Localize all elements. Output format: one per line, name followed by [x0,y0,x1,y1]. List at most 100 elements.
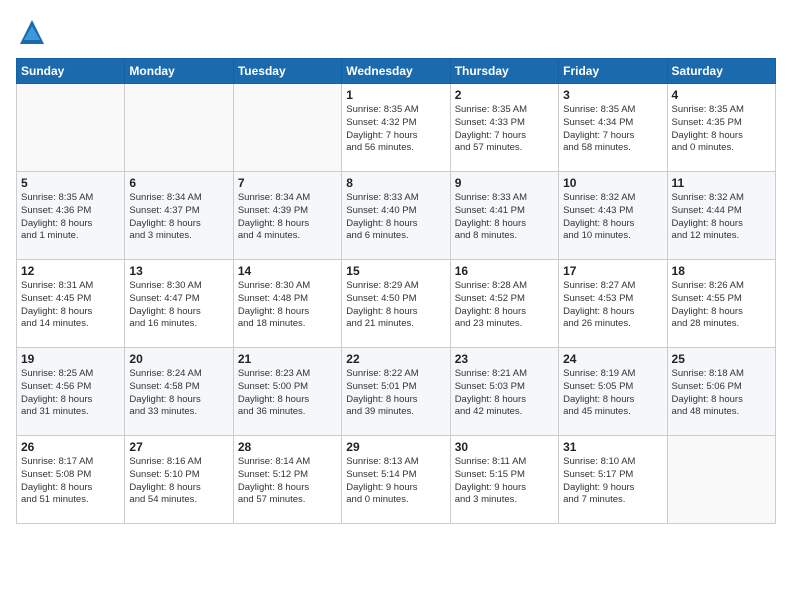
calendar-cell: 6 Sunrise: 8:34 AM Sunset: 4:37 PM Daylig… [125,172,233,260]
weekday-header-tuesday: Tuesday [233,59,341,84]
calendar-cell: 11Sunrise: 8:32 AM Sunset: 4:44 PM Dayli… [667,172,775,260]
day-number: 8 [346,176,445,190]
calendar-cell: 17 Sunrise: 8:27 AM Sunset: 4:53 PM Dayli… [559,260,667,348]
calendar-cell: 23 Sunrise: 8:21 AM Sunset: 5:03 PM Dayli… [450,348,558,436]
calendar-cell: 29 Sunrise: 8:13 AM Sunset: 5:14 PM Dayli… [342,436,450,524]
day-info: Sunrise: 8:35 AM Sunset: 4:33 PM Dayligh… [455,104,554,155]
day-number: 14 [238,264,337,278]
calendar-week-3: 12 Sunrise: 8:31 AM Sunset: 4:45 PM Dayli… [17,260,776,348]
day-number: 5 [21,176,120,190]
calendar-week-4: 19 Sunrise: 8:25 AM Sunset: 4:56 PM Dayli… [17,348,776,436]
day-info: Sunrise: 8:28 AM Sunset: 4:52 PM Dayligh… [455,280,554,331]
day-number: 29 [346,440,445,454]
day-number: 18 [672,264,771,278]
day-info: Sunrise: 8:11 AM Sunset: 5:15 PM Dayligh… [455,456,554,507]
day-number: 25 [672,352,771,366]
header [16,16,776,48]
day-info: Sunrise: 8:34 AM Sunset: 4:39 PM Dayligh… [238,192,337,243]
calendar-week-5: 26 Sunrise: 8:17 AM Sunset: 5:08 PM Dayli… [17,436,776,524]
day-number: 17 [563,264,662,278]
day-info: Sunrise: 8:17 AM Sunset: 5:08 PM Dayligh… [21,456,120,507]
page: SundayMondayTuesdayWednesdayThursdayFrid… [0,0,792,612]
day-number: 15 [346,264,445,278]
day-info: Sunrise: 8:10 AM Sunset: 5:17 PM Dayligh… [563,456,662,507]
day-number: 1 [346,88,445,102]
day-info: Sunrise: 8:14 AM Sunset: 5:12 PM Dayligh… [238,456,337,507]
calendar-cell [667,436,775,524]
day-info: Sunrise: 8:30 AM Sunset: 4:47 PM Dayligh… [129,280,228,331]
calendar-header-row: SundayMondayTuesdayWednesdayThursdayFrid… [17,59,776,84]
day-number: 26 [21,440,120,454]
day-info: Sunrise: 8:21 AM Sunset: 5:03 PM Dayligh… [455,368,554,419]
day-info: Sunrise: 8:25 AM Sunset: 4:56 PM Dayligh… [21,368,120,419]
calendar-cell: 5Sunrise: 8:35 AM Sunset: 4:36 PM Daylig… [17,172,125,260]
day-info: Sunrise: 8:26 AM Sunset: 4:55 PM Dayligh… [672,280,771,331]
day-info: Sunrise: 8:35 AM Sunset: 4:32 PM Dayligh… [346,104,445,155]
calendar-table: SundayMondayTuesdayWednesdayThursdayFrid… [16,58,776,524]
calendar-cell: 18 Sunrise: 8:26 AM Sunset: 4:55 PM Dayli… [667,260,775,348]
day-number: 23 [455,352,554,366]
day-info: Sunrise: 8:23 AM Sunset: 5:00 PM Dayligh… [238,368,337,419]
calendar-cell: 8 Sunrise: 8:33 AM Sunset: 4:40 PM Daylig… [342,172,450,260]
day-number: 10 [563,176,662,190]
calendar-cell [125,84,233,172]
weekday-header-thursday: Thursday [450,59,558,84]
day-info: Sunrise: 8:19 AM Sunset: 5:05 PM Dayligh… [563,368,662,419]
day-number: 4 [672,88,771,102]
day-info: Sunrise: 8:27 AM Sunset: 4:53 PM Dayligh… [563,280,662,331]
calendar-cell: 15Sunrise: 8:29 AM Sunset: 4:50 PM Dayli… [342,260,450,348]
day-number: 7 [238,176,337,190]
day-info: Sunrise: 8:32 AM Sunset: 4:43 PM Dayligh… [563,192,662,243]
day-number: 21 [238,352,337,366]
day-number: 2 [455,88,554,102]
calendar-cell: 27Sunrise: 8:16 AM Sunset: 5:10 PM Dayli… [125,436,233,524]
day-info: Sunrise: 8:31 AM Sunset: 4:45 PM Dayligh… [21,280,120,331]
calendar-week-1: 1 Sunrise: 8:35 AM Sunset: 4:32 PM Daylig… [17,84,776,172]
calendar-cell: 16 Sunrise: 8:28 AM Sunset: 4:52 PM Dayli… [450,260,558,348]
calendar-cell: 24 Sunrise: 8:19 AM Sunset: 5:05 PM Dayli… [559,348,667,436]
weekday-header-saturday: Saturday [667,59,775,84]
calendar-cell: 3 Sunrise: 8:35 AM Sunset: 4:34 PM Daylig… [559,84,667,172]
calendar-cell: 14 Sunrise: 8:30 AM Sunset: 4:48 PM Dayli… [233,260,341,348]
calendar-cell: 10 Sunrise: 8:32 AM Sunset: 4:43 PM Dayli… [559,172,667,260]
day-number: 22 [346,352,445,366]
day-info: Sunrise: 8:13 AM Sunset: 5:14 PM Dayligh… [346,456,445,507]
calendar-cell: 28 Sunrise: 8:14 AM Sunset: 5:12 PM Dayli… [233,436,341,524]
day-number: 13 [129,264,228,278]
calendar-cell [233,84,341,172]
calendar-week-2: 5Sunrise: 8:35 AM Sunset: 4:36 PM Daylig… [17,172,776,260]
day-number: 6 [129,176,228,190]
day-info: Sunrise: 8:30 AM Sunset: 4:48 PM Dayligh… [238,280,337,331]
weekday-header-friday: Friday [559,59,667,84]
calendar-cell: 19 Sunrise: 8:25 AM Sunset: 4:56 PM Dayli… [17,348,125,436]
day-info: Sunrise: 8:35 AM Sunset: 4:35 PM Dayligh… [672,104,771,155]
day-number: 19 [21,352,120,366]
calendar-cell: 30 Sunrise: 8:11 AM Sunset: 5:15 PM Dayli… [450,436,558,524]
logo [16,16,54,48]
day-number: 16 [455,264,554,278]
calendar-cell: 25Sunrise: 8:18 AM Sunset: 5:06 PM Dayli… [667,348,775,436]
day-info: Sunrise: 8:16 AM Sunset: 5:10 PM Dayligh… [129,456,228,507]
weekday-header-wednesday: Wednesday [342,59,450,84]
calendar-cell: 26 Sunrise: 8:17 AM Sunset: 5:08 PM Dayli… [17,436,125,524]
day-info: Sunrise: 8:33 AM Sunset: 4:40 PM Dayligh… [346,192,445,243]
day-number: 30 [455,440,554,454]
calendar-cell: 7 Sunrise: 8:34 AM Sunset: 4:39 PM Daylig… [233,172,341,260]
calendar-cell: 12 Sunrise: 8:31 AM Sunset: 4:45 PM Dayli… [17,260,125,348]
weekday-header-monday: Monday [125,59,233,84]
calendar-cell: 22Sunrise: 8:22 AM Sunset: 5:01 PM Dayli… [342,348,450,436]
day-number: 28 [238,440,337,454]
calendar-cell: 9 Sunrise: 8:33 AM Sunset: 4:41 PM Daylig… [450,172,558,260]
day-number: 3 [563,88,662,102]
day-number: 9 [455,176,554,190]
day-info: Sunrise: 8:35 AM Sunset: 4:34 PM Dayligh… [563,104,662,155]
calendar-cell: 2 Sunrise: 8:35 AM Sunset: 4:33 PM Daylig… [450,84,558,172]
calendar-cell: 1 Sunrise: 8:35 AM Sunset: 4:32 PM Daylig… [342,84,450,172]
day-info: Sunrise: 8:34 AM Sunset: 4:37 PM Dayligh… [129,192,228,243]
day-info: Sunrise: 8:33 AM Sunset: 4:41 PM Dayligh… [455,192,554,243]
calendar-cell: 20Sunrise: 8:24 AM Sunset: 4:58 PM Dayli… [125,348,233,436]
day-number: 24 [563,352,662,366]
calendar-cell [17,84,125,172]
day-number: 12 [21,264,120,278]
calendar-cell: 13 Sunrise: 8:30 AM Sunset: 4:47 PM Dayli… [125,260,233,348]
